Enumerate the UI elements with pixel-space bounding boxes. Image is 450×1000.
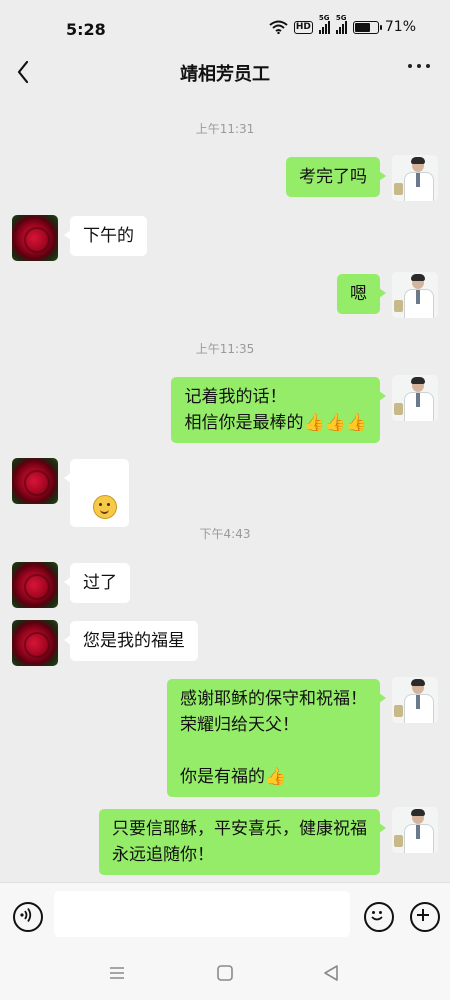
avatar-self[interactable]: [392, 272, 438, 318]
plus-icon[interactable]: [410, 902, 440, 932]
message-bubble-sent[interactable]: 只要信耶稣，平安喜乐，健康祝福 永远追随你！: [99, 809, 386, 875]
message-bubble-sent[interactable]: 感谢耶稣的保守和祝福！ 荣耀归给天父！ 你是有福的👍: [167, 679, 386, 797]
signal-label-2: 5G: [335, 14, 347, 22]
avatar-self[interactable]: [392, 375, 438, 421]
message-bubble-received[interactable]: 您是我的福星: [64, 621, 198, 661]
signal-label-1: 5G: [318, 14, 330, 22]
hd-badge: HD: [293, 20, 313, 34]
smile-emoji-icon: [92, 495, 117, 519]
avatar-contact[interactable]: [12, 562, 58, 608]
message-bubble-received[interactable]: 过了: [64, 563, 130, 603]
message-bubble-received[interactable]: 下午的: [64, 216, 147, 256]
message-bubble-sent[interactable]: 考完了吗: [286, 157, 386, 197]
menu-nav-icon[interactable]: [108, 965, 126, 981]
chat-header: 靖相芳员工: [0, 58, 450, 88]
battery-percent: 71%: [384, 19, 416, 35]
timestamp-3: 下午4:43: [199, 527, 251, 541]
wifi-icon: [269, 20, 288, 34]
avatar-contact[interactable]: [12, 620, 58, 666]
avatar-self[interactable]: [392, 677, 438, 723]
message-bubble-sent[interactable]: 记着我的话！ 相信你是最棒的👍👍👍: [171, 377, 386, 443]
input-bar: [0, 882, 450, 949]
message-input[interactable]: [54, 891, 350, 937]
chat-title: 靖相芳员工: [180, 64, 270, 85]
status-bar: 5:28 HD 5G 5G 71%: [0, 0, 450, 58]
home-nav-icon[interactable]: [216, 964, 234, 982]
timestamp-2: 上午11:35: [195, 342, 255, 356]
avatar-contact[interactable]: [12, 458, 58, 504]
avatar-self[interactable]: [392, 807, 438, 853]
back-nav-icon[interactable]: [322, 964, 340, 982]
system-nav-bar: [0, 948, 450, 1000]
status-icons: HD 5G 5G 71%: [269, 14, 416, 35]
emoji-icon[interactable]: [364, 902, 394, 932]
avatar-contact[interactable]: [12, 215, 58, 261]
avatar-self[interactable]: [392, 155, 438, 201]
timestamp-1: 上午11:31: [195, 122, 255, 136]
battery-icon: [352, 20, 382, 34]
message-bubble-received[interactable]: [64, 459, 129, 527]
signal-icon-1: 5G: [318, 14, 330, 34]
signal-icon-2: 5G: [335, 14, 347, 34]
more-dots-icon[interactable]: [408, 64, 430, 68]
voice-icon[interactable]: [13, 902, 43, 932]
message-bubble-sent[interactable]: 嗯: [337, 274, 386, 314]
status-time: 5:28: [66, 20, 106, 39]
